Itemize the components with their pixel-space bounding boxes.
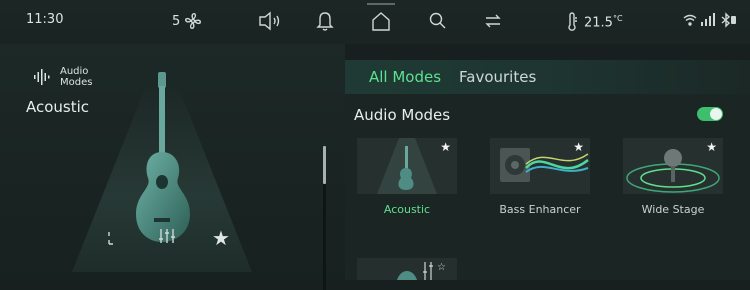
volume-icon[interactable]	[257, 11, 283, 31]
section-title: Audio Modes	[354, 106, 451, 124]
signal-icon	[701, 13, 715, 26]
mode-label-wide-stage: Wide Stage	[641, 203, 705, 216]
mode-card-wide-stage[interactable]: ★	[623, 138, 723, 194]
audio-modes-toggle[interactable]	[697, 107, 723, 121]
home-icon[interactable]	[371, 10, 391, 32]
status-bar: 11:30 5 21.5°C	[0, 0, 750, 44]
now-playing-panel: Audio Modes Acoustic ★	[0, 44, 345, 290]
tab-favourites[interactable]: Favourites	[459, 68, 536, 86]
clock: 11:30	[26, 12, 64, 27]
app-label: Audio Modes	[60, 66, 93, 88]
wifi-icon	[683, 14, 697, 26]
partial-card-thumbnail: ☆	[397, 262, 446, 280]
temperature-unit: °C	[612, 13, 623, 23]
bluetooth-icon	[721, 12, 736, 28]
mode-card-partial[interactable]: ☆	[357, 258, 457, 280]
favourite-star-icon[interactable]: ★	[212, 228, 230, 248]
mode-label-acoustic: Acoustic	[383, 203, 431, 216]
search-icon[interactable]	[428, 11, 448, 31]
tab-bar: All Modes Favourites	[345, 60, 750, 94]
temperature-value: 21.5	[584, 15, 613, 31]
expand-icon[interactable]	[108, 231, 122, 245]
mode-card-acoustic[interactable]: ★	[357, 138, 457, 194]
switch-icon[interactable]	[482, 11, 504, 31]
home-indicator	[367, 3, 395, 5]
mode-card-bass-enhancer[interactable]: ★	[490, 138, 590, 194]
card-favourite-star-icon[interactable]: ★	[706, 140, 717, 154]
temperature-readout: 21.5°C	[566, 12, 623, 32]
toggle-knob	[710, 108, 722, 120]
tab-all-modes[interactable]: All Modes	[369, 68, 441, 86]
scrollbar[interactable]	[323, 146, 326, 184]
mode-label-bass-enhancer: Bass Enhancer	[499, 203, 581, 216]
fan-speed: 5	[172, 13, 181, 29]
current-mode-name: Acoustic	[26, 98, 90, 116]
svg-text:☆: ☆	[437, 262, 446, 273]
thermometer-icon	[568, 12, 577, 31]
audio-bars-icon	[34, 69, 50, 85]
card-favourite-star-icon[interactable]: ★	[440, 140, 451, 154]
acoustic-guitar-image	[136, 72, 190, 242]
fan-control[interactable]: 5	[172, 12, 202, 30]
fan-icon	[185, 13, 202, 29]
bell-icon[interactable]	[316, 10, 334, 32]
equalizer-icon[interactable]	[158, 228, 178, 244]
audio-modes-header: Audio Modes	[34, 66, 100, 88]
card-favourite-star-icon[interactable]: ★	[573, 140, 584, 154]
modes-panel: All Modes Favourites Audio Modes ★ Acous…	[345, 60, 750, 280]
